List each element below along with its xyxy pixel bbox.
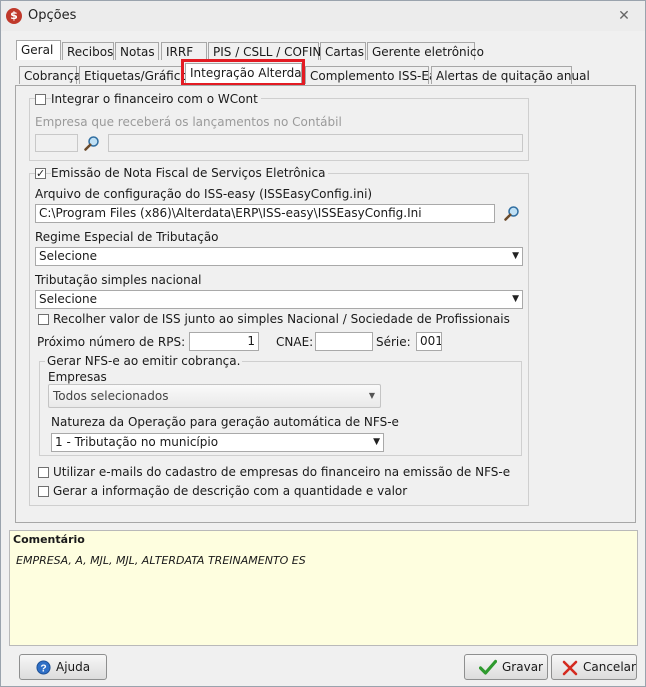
help-button-label: Ajuda <box>56 660 91 674</box>
chevron-down-icon: ▼ <box>368 391 375 400</box>
app-logo-icon: $ <box>6 8 22 24</box>
help-icon: ? <box>36 660 51 675</box>
empresa-code-field[interactable] <box>35 134 78 152</box>
gerar-nfse-label: Gerar NFS-e ao emitir cobrança. <box>45 354 243 368</box>
save-button[interactable]: Gravar <box>464 654 548 680</box>
cnae-field[interactable] <box>315 332 373 351</box>
arquivo-config-field[interactable]: C:\Program Files (x86)\Alterdata\ERP\ISS… <box>35 204 495 223</box>
integrar-wcont-label: Integrar o financeiro com o WCont <box>51 92 261 106</box>
cnae-label: CNAE: <box>276 335 314 349</box>
recolher-iss-label: Recolher valor de ISS junto ao simples N… <box>53 312 510 326</box>
tab-complemento-iss-easy[interactable]: Complemento ISS-Easy <box>305 66 450 84</box>
chevron-down-icon: ▼ <box>512 251 519 261</box>
close-icon[interactable]: ✕ <box>613 6 635 26</box>
empresa-contabil-label: Empresa que receberá os lançamentos no C… <box>35 115 342 129</box>
save-button-label: Gravar <box>502 660 543 674</box>
regime-especial-value: Selecione <box>39 249 97 263</box>
empresa-name-field[interactable] <box>108 134 523 152</box>
emissao-nfse-checkbox[interactable]: ✓ <box>35 168 46 179</box>
highlight-box <box>181 59 305 86</box>
tab-pis-csll-cofins[interactable]: PIS / CSLL / COFINS <box>208 42 329 60</box>
natureza-operacao-select[interactable]: 1 - Tributação no município ▼ <box>51 433 384 452</box>
tab-alertas-quitacao-anual[interactable]: Alertas de quitação anual <box>431 66 590 84</box>
options-window: $ Opções ✕ Geral Recibos Notas IRRF PIS … <box>0 0 646 687</box>
tab-etiquetas-graficos[interactable]: Etiquetas/Gráficos <box>79 66 194 84</box>
check-icon <box>479 659 497 675</box>
search-icon[interactable] <box>504 205 520 221</box>
integrar-wcont-checkbox[interactable] <box>35 94 46 105</box>
tab-geral[interactable]: Geral <box>16 40 61 60</box>
comment-title: Comentário <box>13 533 85 546</box>
tributacao-simples-value: Selecione <box>39 292 97 306</box>
cancel-button-label: Cancelar <box>583 660 636 674</box>
tab-notas[interactable]: Notas <box>115 42 159 60</box>
empresas-select[interactable]: Todos selecionados ▼ <box>48 384 381 408</box>
tab-irrf[interactable]: IRRF <box>161 42 207 60</box>
comment-text: EMPRESA, A, MJL, MJL, ALTERDATA TREINAME… <box>16 554 306 567</box>
tributacao-simples-select[interactable]: Selecione ▼ <box>35 290 523 309</box>
serie-field[interactable]: 001 <box>416 332 442 351</box>
tab-recibos[interactable]: Recibos <box>62 42 114 60</box>
empresas-label: Empresas <box>48 370 107 384</box>
regime-especial-label: Regime Especial de Tributação <box>35 230 219 244</box>
chevron-down-icon: ▼ <box>373 437 380 447</box>
emissao-nfse-label: Emissão de Nota Fiscal de Serviços Eletr… <box>51 166 329 180</box>
window-title: Opções <box>28 8 77 23</box>
tab-cobranca[interactable]: Cobrança <box>19 66 81 84</box>
search-icon[interactable] <box>84 135 100 151</box>
cancel-button[interactable]: Cancelar <box>551 654 637 680</box>
comment-panel: Comentário EMPRESA, A, MJL, MJL, ALTERDA… <box>9 530 638 646</box>
tab-cartas[interactable]: Cartas <box>320 42 366 60</box>
cancel-icon <box>562 660 578 676</box>
chevron-down-icon: ▼ <box>512 294 519 304</box>
proximo-rps-field[interactable]: 1 <box>189 332 259 351</box>
natureza-operacao-label: Natureza da Operação para geração automá… <box>51 415 399 429</box>
regime-especial-select[interactable]: Selecione ▼ <box>35 247 523 266</box>
tributacao-simples-label: Tributação simples nacional <box>35 273 202 287</box>
title-bar: $ Opções ✕ <box>1 1 645 31</box>
natureza-operacao-value: 1 - Tributação no município <box>55 435 219 449</box>
empresas-value: Todos selecionados <box>53 389 169 403</box>
utilizar-emails-checkbox[interactable] <box>38 467 49 478</box>
recolher-iss-checkbox[interactable] <box>38 314 49 325</box>
proximo-rps-label: Próximo número de RPS: <box>37 335 186 349</box>
tab-gerente-eletronico[interactable]: Gerente eletrônico <box>367 42 484 60</box>
serie-label: Série: <box>376 335 411 349</box>
gerar-descricao-checkbox[interactable] <box>38 486 49 497</box>
help-button[interactable]: ? Ajuda <box>19 654 107 680</box>
svg-text:?: ? <box>40 663 46 674</box>
gerar-descricao-label: Gerar a informação de descrição com a qu… <box>53 484 408 498</box>
arquivo-config-label: Arquivo de configuração do ISS-easy (ISS… <box>35 187 373 201</box>
utilizar-emails-label: Utilizar e-mails do cadastro de empresas… <box>53 465 511 479</box>
